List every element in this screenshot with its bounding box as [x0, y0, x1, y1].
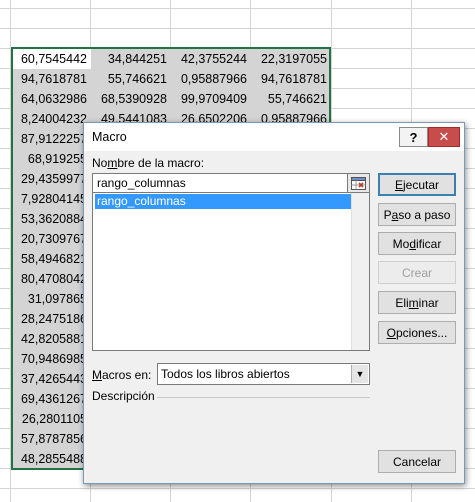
grid-row-line: [0, 488, 475, 489]
description-label: Descripción: [92, 389, 155, 403]
macro-list[interactable]: rango_columnas: [92, 193, 370, 351]
cell[interactable]: 28,2475186: [11, 309, 87, 329]
macro-dialog: Macro ? ✕ Nombre de la macro: rango_colu…: [83, 122, 465, 484]
cell[interactable]: 60,7545442: [13, 49, 91, 69]
cell[interactable]: 55,746621: [251, 89, 331, 109]
cell[interactable]: 55,746621: [91, 69, 171, 89]
macros-in-label: Macros en:: [92, 368, 152, 382]
cell[interactable]: 26,2801105: [11, 409, 87, 429]
close-button[interactable]: ✕: [428, 127, 460, 147]
cell[interactable]: 57,8787856: [11, 429, 87, 449]
create-button: Crear: [378, 261, 456, 284]
cell[interactable]: 68,919255: [11, 149, 87, 169]
cell[interactable]: 34,844251: [91, 49, 171, 69]
list-scrollbar[interactable]: [351, 193, 369, 350]
cell[interactable]: 53,3620884: [11, 209, 87, 229]
cell[interactable]: 42,3755244: [171, 49, 251, 69]
grid-row-line: [0, 8, 475, 9]
dialog-titlebar[interactable]: Macro ? ✕: [84, 123, 464, 151]
macro-name-label: Nombre de la macro:: [92, 156, 205, 170]
cell[interactable]: 31,097865: [11, 289, 87, 309]
cell[interactable]: 94,7618781: [11, 69, 91, 89]
description-divider: [157, 397, 370, 398]
cell[interactable]: 22,3197055: [251, 49, 331, 69]
grid-row-line: [0, 28, 475, 29]
close-icon: ✕: [438, 129, 450, 144]
cell[interactable]: 0,95887966: [171, 69, 251, 89]
cell[interactable]: 7,92804145: [11, 189, 87, 209]
cell[interactable]: 42,8205881: [11, 329, 87, 349]
range-picker-button[interactable]: [347, 173, 370, 193]
cell[interactable]: 80,4708042: [11, 269, 87, 289]
edit-button[interactable]: Mo d ificar: [378, 232, 456, 255]
cell[interactable]: 69,4361267: [11, 389, 87, 409]
dialog-title: Macro: [92, 130, 127, 144]
range-picker-icon: [351, 176, 366, 190]
cell[interactable]: 29,4359977: [11, 169, 87, 189]
cell[interactable]: 64,0632986: [11, 89, 91, 109]
macros-in-value: Todos los libros abiertos: [161, 367, 290, 381]
help-button[interactable]: ?: [399, 127, 428, 147]
cell[interactable]: 87,9122257: [11, 129, 87, 149]
run-button[interactable]: Ejecutar: [378, 173, 456, 196]
cell[interactable]: 58,4946821: [11, 249, 87, 269]
macro-name-input[interactable]: rango_columnas: [92, 173, 370, 193]
cell[interactable]: 94,7618781: [251, 69, 331, 89]
cell[interactable]: 99,9709409: [171, 89, 251, 109]
cell[interactable]: 20,7309767: [11, 229, 87, 249]
macros-in-dropdown[interactable]: Todos los libros abiertos ▼: [157, 363, 370, 385]
cell[interactable]: 37,4265443: [11, 369, 87, 389]
list-item[interactable]: rango_columnas: [95, 194, 351, 209]
cell[interactable]: 70,9486985: [11, 349, 87, 369]
cancel-button[interactable]: Cancelar: [378, 450, 456, 473]
delete-button[interactable]: Eli m inar: [378, 291, 456, 314]
step-into-button[interactable]: Pa so a paso: [378, 203, 456, 226]
help-icon: ?: [409, 129, 418, 145]
chevron-down-icon[interactable]: ▼: [351, 365, 368, 383]
options-button[interactable]: Opciones...: [378, 321, 456, 344]
cell[interactable]: 48,2855488: [11, 449, 87, 469]
cell[interactable]: 8,24004232: [11, 109, 91, 129]
cell[interactable]: 68,5390928: [91, 89, 171, 109]
